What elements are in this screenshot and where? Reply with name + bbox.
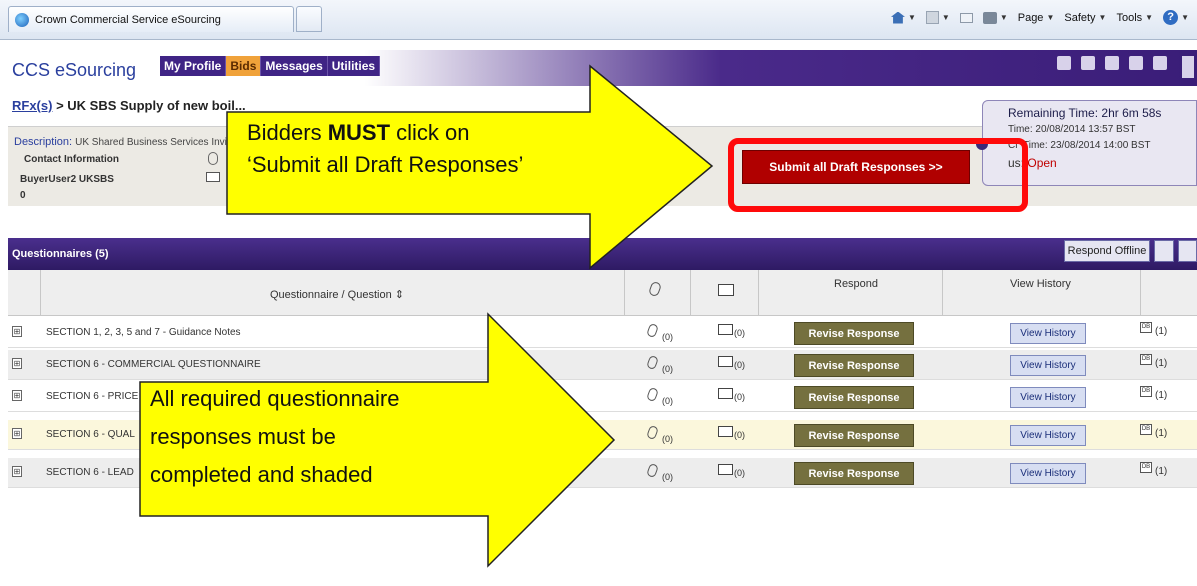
callout-text: click on — [390, 120, 470, 145]
callout-text: Bidders — [247, 120, 328, 145]
callout-top-line1: Bidders MUST click on — [247, 120, 470, 146]
callout-top-line2: ‘Submit all Draft Responses’ — [247, 152, 524, 177]
callout-arrows — [139, 64, 714, 568]
callout-bold: MUST — [327, 120, 391, 145]
callout-bottom-line3: completed and shaded — [150, 462, 373, 487]
callout-bottom-line1: All required questionnaire — [150, 386, 400, 411]
callout-bottom-line2: responses must be — [150, 424, 336, 449]
